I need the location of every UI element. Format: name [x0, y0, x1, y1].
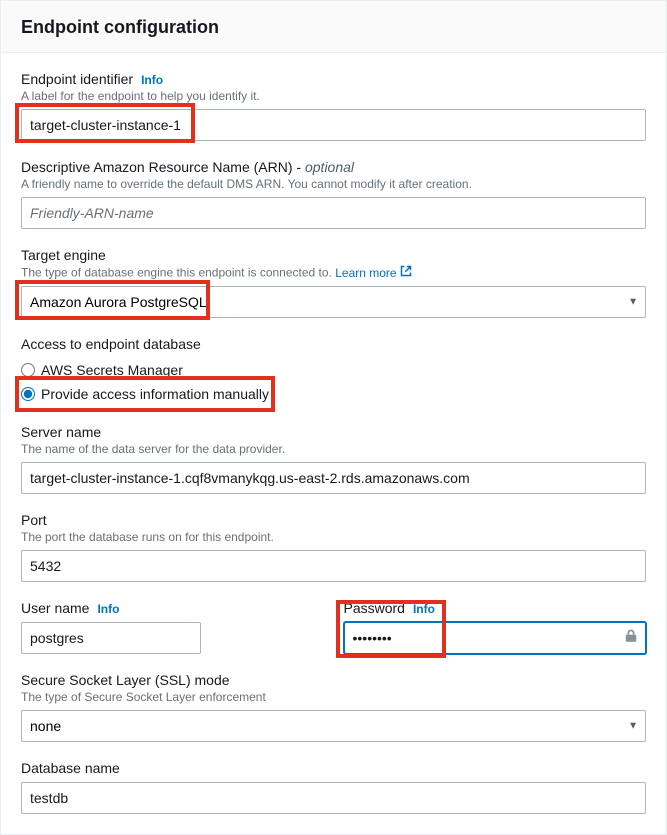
target-engine-desc: The type of database engine this endpoin… [21, 265, 646, 280]
target-engine-group: Target engine The type of database engin… [21, 247, 646, 318]
server-name-desc: The name of the data server for the data… [21, 442, 646, 456]
access-group: Access to endpoint database AWS Secrets … [21, 336, 646, 406]
endpoint-identifier-label: Endpoint identifier [21, 71, 133, 87]
ssl-mode-select[interactable]: none [21, 710, 646, 742]
password-info-link[interactable]: Info [413, 602, 435, 616]
arn-label: Descriptive Amazon Resource Name (ARN) -… [21, 159, 354, 175]
endpoint-identifier-group: Endpoint identifier Info A label for the… [21, 71, 646, 141]
server-name-group: Server name The name of the data server … [21, 424, 646, 494]
access-label: Access to endpoint database [21, 336, 201, 352]
access-secrets-radio-row[interactable]: AWS Secrets Manager [21, 358, 646, 382]
panel-title: Endpoint configuration [21, 17, 646, 38]
access-secrets-radio[interactable] [21, 363, 35, 377]
access-secrets-label: AWS Secrets Manager [41, 362, 183, 378]
password-input[interactable] [344, 622, 647, 654]
server-name-input[interactable] [21, 462, 646, 494]
access-manual-label: Provide access information manually [41, 386, 269, 402]
user-name-input[interactable] [21, 622, 201, 654]
access-manual-radio[interactable] [21, 387, 35, 401]
ssl-mode-label: Secure Socket Layer (SSL) mode [21, 672, 230, 688]
arn-input[interactable] [21, 197, 646, 229]
endpoint-identifier-input[interactable] [21, 109, 646, 141]
target-engine-learn-more-link[interactable]: Learn more [335, 265, 411, 280]
database-name-input[interactable] [21, 782, 646, 814]
database-name-group: Database name [21, 760, 646, 814]
arn-group: Descriptive Amazon Resource Name (ARN) -… [21, 159, 646, 229]
port-input[interactable] [21, 550, 646, 582]
database-name-label: Database name [21, 760, 120, 776]
user-name-group: User name Info [21, 600, 324, 654]
password-label: Password [344, 600, 405, 616]
target-engine-label: Target engine [21, 247, 106, 263]
endpoint-identifier-info-link[interactable]: Info [141, 73, 163, 87]
server-name-label: Server name [21, 424, 101, 440]
access-manual-radio-row[interactable]: Provide access information manually [21, 382, 646, 406]
endpoint-identifier-desc: A label for the endpoint to help you ide… [21, 89, 646, 103]
user-name-info-link[interactable]: Info [97, 602, 119, 616]
ssl-mode-group: Secure Socket Layer (SSL) mode The type … [21, 672, 646, 742]
port-label: Port [21, 512, 47, 528]
panel-body: Endpoint identifier Info A label for the… [1, 53, 666, 834]
port-group: Port The port the database runs on for t… [21, 512, 646, 582]
panel-header: Endpoint configuration [1, 1, 666, 53]
target-engine-select[interactable]: Amazon Aurora PostgreSQL [21, 286, 646, 318]
port-desc: The port the database runs on for this e… [21, 530, 646, 544]
password-group: Password Info [344, 600, 647, 654]
user-name-label: User name [21, 600, 89, 616]
arn-desc: A friendly name to override the default … [21, 177, 646, 191]
ssl-mode-desc: The type of Secure Socket Layer enforcem… [21, 690, 646, 704]
external-link-icon [400, 265, 412, 280]
endpoint-config-panel: Endpoint configuration Endpoint identifi… [0, 0, 667, 835]
